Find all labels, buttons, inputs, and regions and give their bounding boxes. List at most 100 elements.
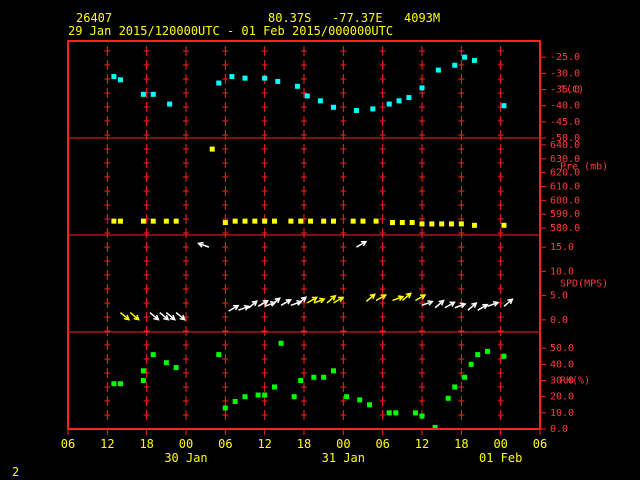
data-point	[471, 57, 477, 63]
y-tick-label: 580.0	[550, 223, 580, 234]
data-point	[419, 221, 425, 227]
y-tick-label: 610.0	[550, 182, 580, 193]
data-point	[272, 384, 277, 390]
y-tick-label: 0.0	[550, 315, 568, 326]
data-point	[373, 218, 379, 224]
wind-arrow	[375, 294, 387, 302]
data-point	[173, 218, 179, 224]
data-point	[485, 348, 491, 354]
x-tick-label: 06	[218, 437, 232, 451]
data-point	[308, 218, 314, 224]
wind-arrow	[238, 304, 251, 311]
y-tick-label: -25.0	[550, 52, 580, 63]
data-point	[209, 146, 215, 152]
data-point	[321, 374, 327, 380]
data-point	[449, 221, 454, 227]
latitude: 80.37S	[268, 11, 311, 25]
wind-arrow	[228, 304, 240, 312]
page-number: 2	[12, 465, 19, 479]
station-id: 26407	[76, 11, 112, 25]
wind-arrow	[467, 302, 478, 311]
data-point	[275, 78, 281, 84]
wind-arrow	[280, 299, 292, 306]
data-point	[117, 381, 123, 387]
data-point	[399, 220, 405, 226]
data-point	[111, 218, 117, 224]
data-point	[471, 222, 477, 228]
date-range: 29 Jan 2015/120000UTC - 01 Feb 2015/0000…	[68, 24, 393, 38]
data-point	[445, 395, 451, 401]
panel-label: T(C)	[560, 85, 584, 96]
y-tick-label: -40.0	[550, 101, 580, 112]
x-tick-label: 12	[100, 437, 114, 451]
day-label: 30 Jan	[164, 451, 207, 465]
data-point	[370, 106, 376, 112]
y-tick-label: 0.0	[550, 424, 568, 435]
data-point	[298, 218, 304, 224]
data-point	[140, 218, 146, 224]
data-point	[291, 394, 297, 400]
data-point	[353, 108, 359, 114]
data-point	[344, 394, 350, 400]
data-point	[501, 103, 507, 109]
y-tick-label: 10.0	[550, 408, 574, 419]
data-point	[262, 392, 268, 398]
y-tick-label: -45.0	[550, 117, 580, 128]
data-point	[452, 384, 458, 390]
data-point	[462, 54, 468, 60]
data-point	[262, 218, 268, 224]
x-tick-label: 18	[139, 437, 153, 451]
data-point	[140, 378, 146, 383]
data-point	[468, 361, 474, 367]
data-point	[367, 402, 373, 408]
panel-label: Pre (mb)	[560, 162, 608, 173]
wind-arrow	[444, 301, 456, 309]
data-point	[117, 77, 123, 83]
plot-panels: -25.0-30.0-35.0-40.0-45.0-50.0T(C)640.06…	[540, 52, 608, 435]
data-point	[216, 352, 222, 358]
data-marks	[111, 54, 514, 430]
data-point	[255, 392, 261, 398]
data-point	[458, 221, 464, 227]
wind-arrow	[487, 301, 500, 307]
data-point	[298, 378, 304, 383]
data-point	[360, 218, 366, 224]
wind-arrow	[415, 294, 427, 302]
data-point	[462, 374, 468, 380]
wind-arrow	[197, 241, 210, 248]
data-point	[222, 405, 228, 411]
data-point	[406, 95, 412, 101]
data-point	[163, 360, 169, 366]
y-tick-label: 20.0	[550, 392, 574, 403]
data-point	[409, 220, 415, 226]
wind-arrow	[392, 295, 405, 302]
data-point	[331, 368, 336, 374]
data-point	[501, 353, 507, 359]
panel-label: SPD(MPS)	[560, 279, 608, 290]
data-point	[242, 218, 248, 224]
data-point	[317, 98, 323, 104]
data-point	[396, 98, 402, 104]
data-point	[252, 218, 258, 224]
y-tick-label: 10.0	[550, 266, 574, 277]
data-point	[386, 101, 392, 107]
x-tick-label: 06	[375, 437, 389, 451]
data-point	[140, 368, 146, 374]
wind-arrow	[434, 299, 445, 309]
longitude: -77.37E	[332, 11, 383, 25]
y-tick-label: 640.0	[550, 140, 580, 151]
data-point	[419, 413, 425, 419]
data-point	[163, 218, 169, 224]
data-point	[272, 218, 277, 224]
y-tick-label: 40.0	[550, 359, 574, 370]
data-point	[150, 352, 156, 358]
y-tick-label: 15.0	[550, 242, 574, 253]
wind-arrow	[149, 312, 160, 321]
data-point	[150, 218, 156, 224]
data-point	[216, 80, 222, 86]
x-tick-label: 06	[533, 437, 547, 451]
time-axis: 06 12 18 00 06 12 18 00 06 12 18 00 06 30 Jan 31 Jan 01…	[61, 429, 547, 465]
data-point	[229, 74, 235, 80]
data-point	[242, 75, 248, 81]
day-label: 31 Jan	[322, 451, 365, 465]
